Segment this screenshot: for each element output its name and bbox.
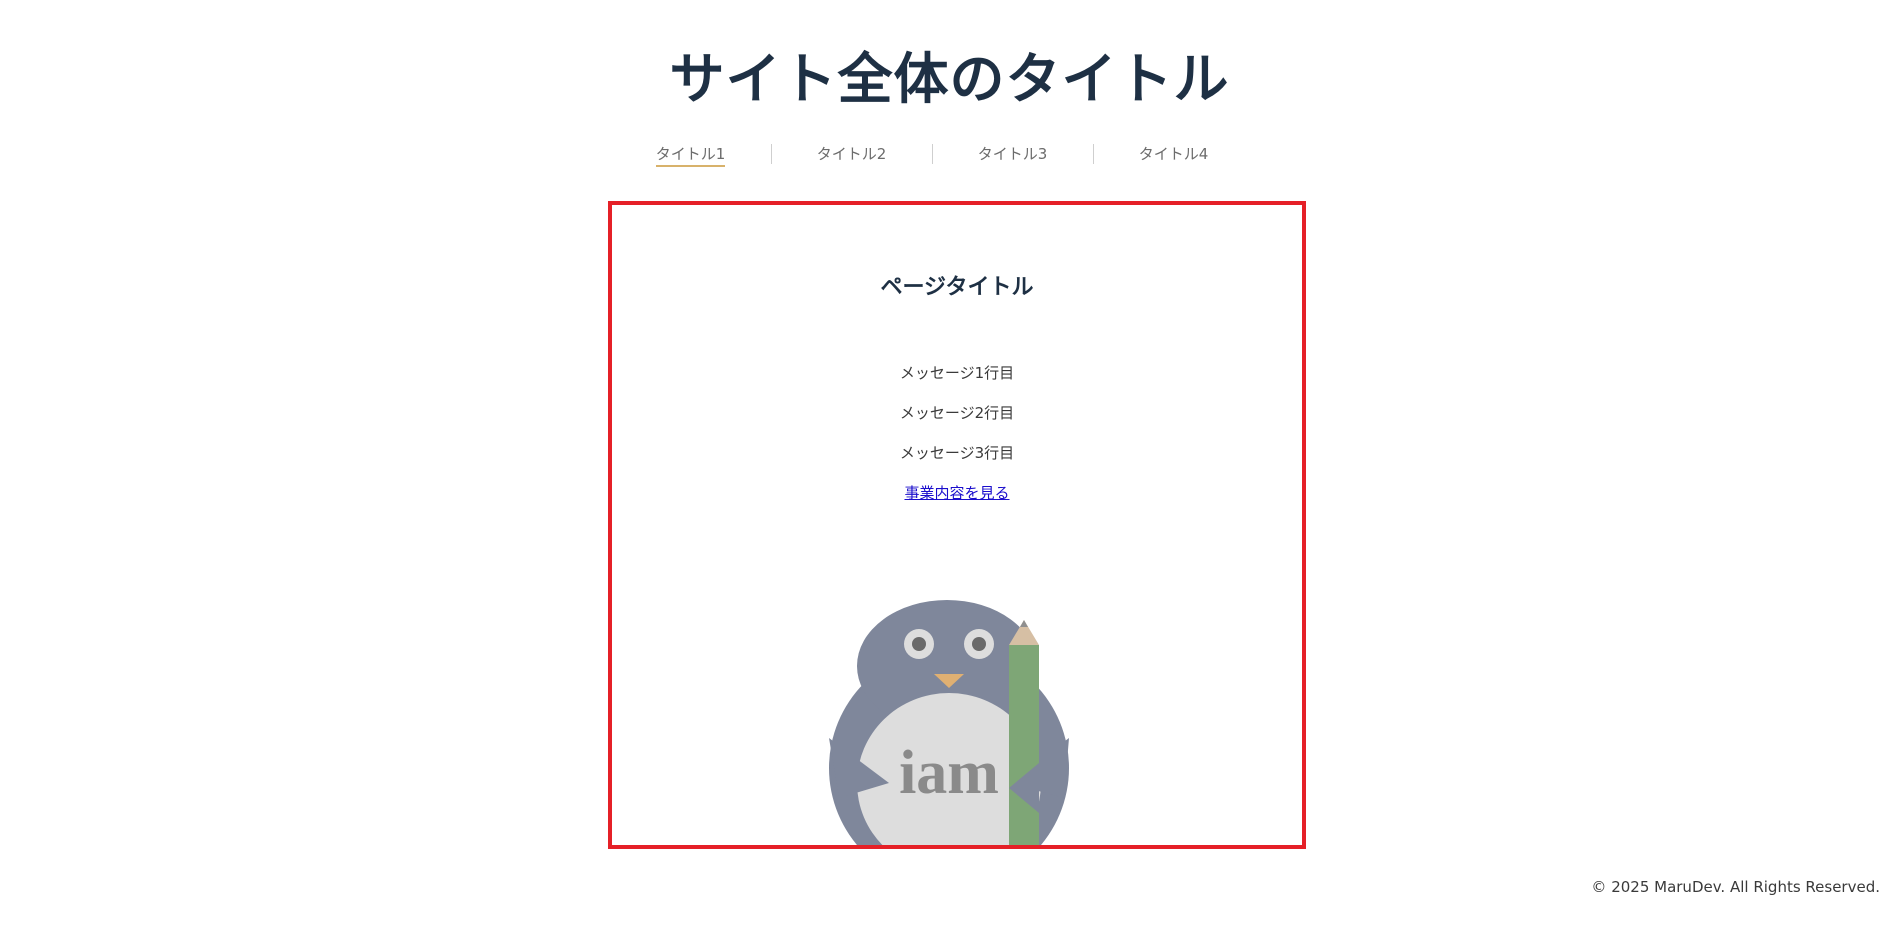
nav-item-label: タイトル4: [1138, 145, 1209, 163]
message-list: メッセージ1行目 メッセージ2行目 メッセージ3行目 事業内容を見る: [612, 353, 1302, 513]
business-link[interactable]: 事業内容を見る: [904, 484, 1009, 502]
nav-item-title1[interactable]: タイトル1: [610, 138, 771, 170]
main-content-box: ページタイトル メッセージ1行目 メッセージ2行目 メッセージ3行目 事業内容を…: [608, 201, 1306, 849]
nav-item-label: タイトル2: [816, 145, 887, 163]
mascot-text: iam: [899, 739, 999, 807]
message-line-1: メッセージ1行目: [899, 364, 1015, 382]
message-line-3: メッセージ3行目: [899, 444, 1015, 462]
nav-item-label: タイトル3: [977, 145, 1048, 163]
site-title: サイト全体のタイトル: [669, 47, 1230, 111]
footer-copyright: © 2025 MaruDev. All Rights Reserved.: [1591, 878, 1880, 896]
penguin-mascot-icon: iam: [829, 600, 1069, 845]
nav-item-title4[interactable]: タイトル4: [1093, 138, 1254, 170]
message-line-2: メッセージ2行目: [899, 404, 1015, 422]
global-nav: タイトル1 タイトル2 タイトル3 タイトル4: [610, 138, 1254, 170]
nav-item-label: タイトル1: [655, 144, 726, 167]
page-title: ページタイトル: [880, 275, 1034, 300]
page: サイト全体のタイトル タイトル1 タイトル2 タイトル3 タイトル4 ページタイ…: [0, 0, 1899, 930]
nav-item-title3[interactable]: タイトル3: [932, 138, 1093, 170]
nav-item-title2[interactable]: タイトル2: [771, 138, 932, 170]
